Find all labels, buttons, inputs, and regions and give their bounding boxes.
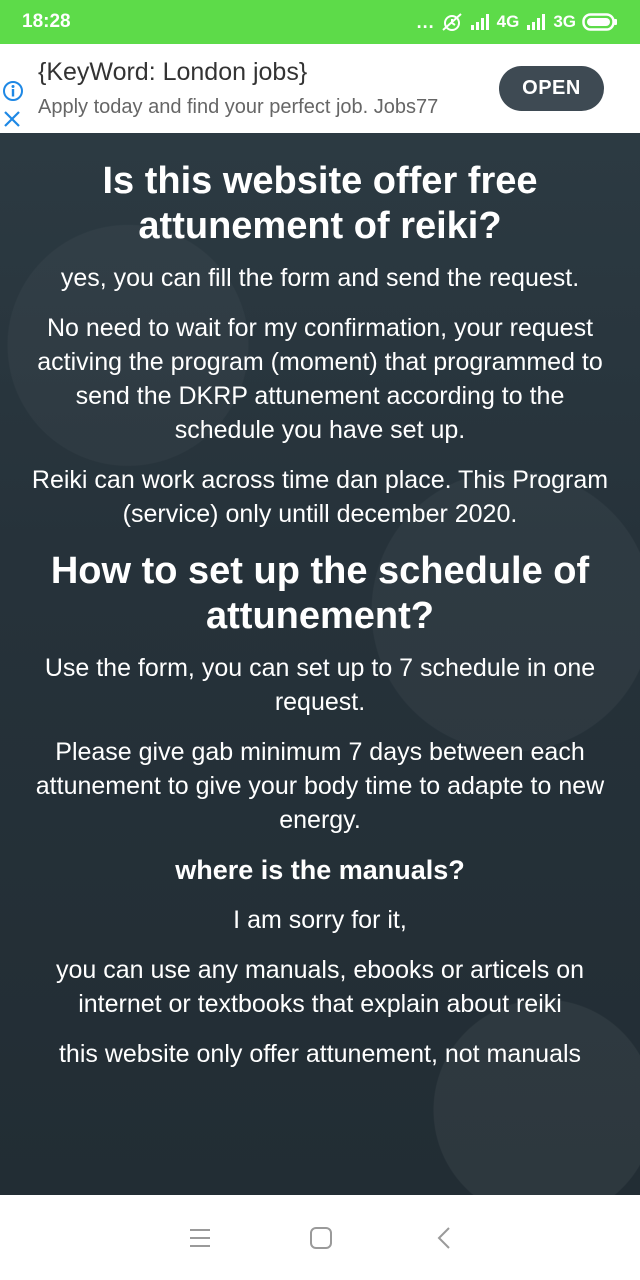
close-icon[interactable]	[3, 110, 21, 133]
status-dots: ...	[416, 11, 435, 32]
content-body: Is this website offer free attunement of…	[0, 133, 640, 1071]
battery-icon	[582, 12, 618, 32]
status-bar: 18:28 ... 4G 3G	[0, 0, 640, 44]
status-time: 18:28	[22, 11, 71, 32]
network-4g-label: 4G	[496, 12, 520, 31]
paragraph-time-place: Reiki can work across time dan place. Th…	[31, 466, 609, 528]
paragraph-no-confirmation: No need to wait for my confirmation, you…	[37, 314, 603, 444]
heading-manuals: where is the manuals?	[175, 855, 465, 885]
ad-open-button[interactable]: OPEN	[499, 66, 604, 111]
page-content[interactable]: Is this website offer free attunement of…	[0, 133, 640, 1195]
paragraph-sorry: I am sorry for it,	[233, 906, 407, 934]
paragraph-use-manuals: you can use any manuals, ebooks or artic…	[55, 956, 585, 1018]
paragraph-fill-form: yes, you can fill the form and send the …	[60, 264, 580, 292]
ad-subtitle[interactable]: Apply today and find your perfect job. J…	[38, 96, 438, 119]
navigation-bar	[0, 1195, 640, 1280]
paragraph-minimum-days: Please give gab minimum 7 days between e…	[35, 738, 605, 834]
ad-banner[interactable]: {KeyWord: London jobs} Apply today and f…	[0, 44, 640, 133]
heading-free-attunement: Is this website offer free attunement of…	[102, 160, 538, 247]
ad-title[interactable]: {KeyWord: London jobs}	[38, 58, 307, 87]
signal-icon	[469, 13, 491, 31]
paragraph-use-form: Use the form, you can set up to 7 schedu…	[44, 654, 596, 716]
home-icon[interactable]	[304, 1221, 338, 1255]
info-icon[interactable]	[2, 80, 24, 107]
signal-icon	[525, 13, 547, 31]
paragraph-only-attunement: this website only offer attunement, not …	[58, 1040, 582, 1068]
alarm-icon	[441, 12, 463, 32]
network-3g-label: 3G	[553, 12, 576, 31]
status-icons: ... 4G 3G	[417, 12, 618, 33]
heading-schedule-setup: How to set up the schedule of attunement…	[50, 550, 590, 637]
back-icon[interactable]	[427, 1221, 461, 1255]
menu-icon[interactable]	[183, 1221, 217, 1255]
